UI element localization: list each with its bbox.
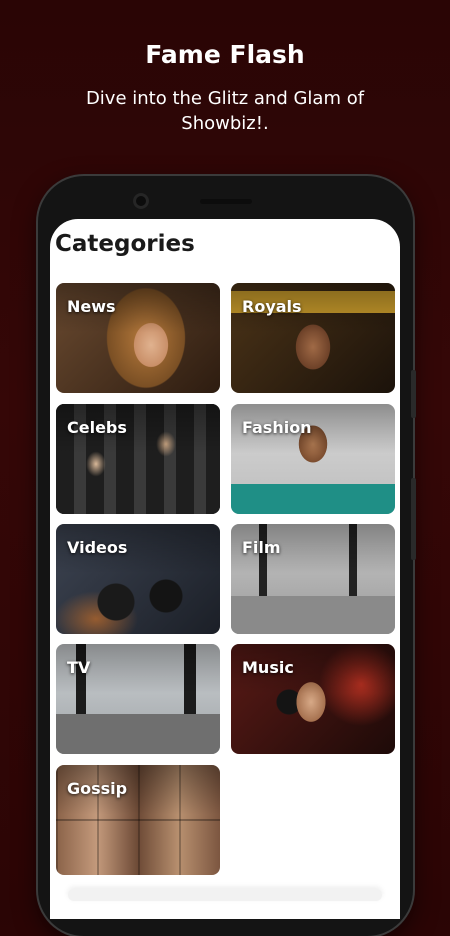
category-label: Celebs <box>67 418 127 437</box>
page-title: Categories <box>55 231 195 257</box>
promo-title: Fame Flash <box>145 40 305 69</box>
earpiece-speaker <box>200 199 252 204</box>
category-label: Gossip <box>67 779 128 798</box>
promo-subtitle: Dive into the Glitz and Glam of Showbiz!… <box>85 88 365 134</box>
category-label: News <box>67 297 116 316</box>
front-camera-icon <box>133 193 149 209</box>
category-card-celebs[interactable]: Celebs <box>56 404 220 514</box>
category-card-music[interactable]: Music <box>231 644 395 754</box>
bottom-navigation-bar <box>68 889 382 901</box>
category-card-gossip[interactable]: Gossip <box>56 765 220 875</box>
app-screen: Categories News Royals Celebs Fashion Vi… <box>50 219 400 919</box>
category-label: Fashion <box>242 418 312 437</box>
phone-power-button <box>411 370 416 418</box>
category-label: Music <box>242 658 294 677</box>
category-label: TV <box>67 658 91 677</box>
category-label: Videos <box>67 538 128 557</box>
category-label: Film <box>242 538 281 557</box>
category-card-fashion[interactable]: Fashion <box>231 404 395 514</box>
category-label: Royals <box>242 297 302 316</box>
category-card-news[interactable]: News <box>56 283 220 393</box>
category-card-tv[interactable]: TV <box>56 644 220 754</box>
category-card-film[interactable]: Film <box>231 524 395 634</box>
category-card-videos[interactable]: Videos <box>56 524 220 634</box>
phone-volume-button <box>411 478 416 560</box>
category-card-royals[interactable]: Royals <box>231 283 395 393</box>
